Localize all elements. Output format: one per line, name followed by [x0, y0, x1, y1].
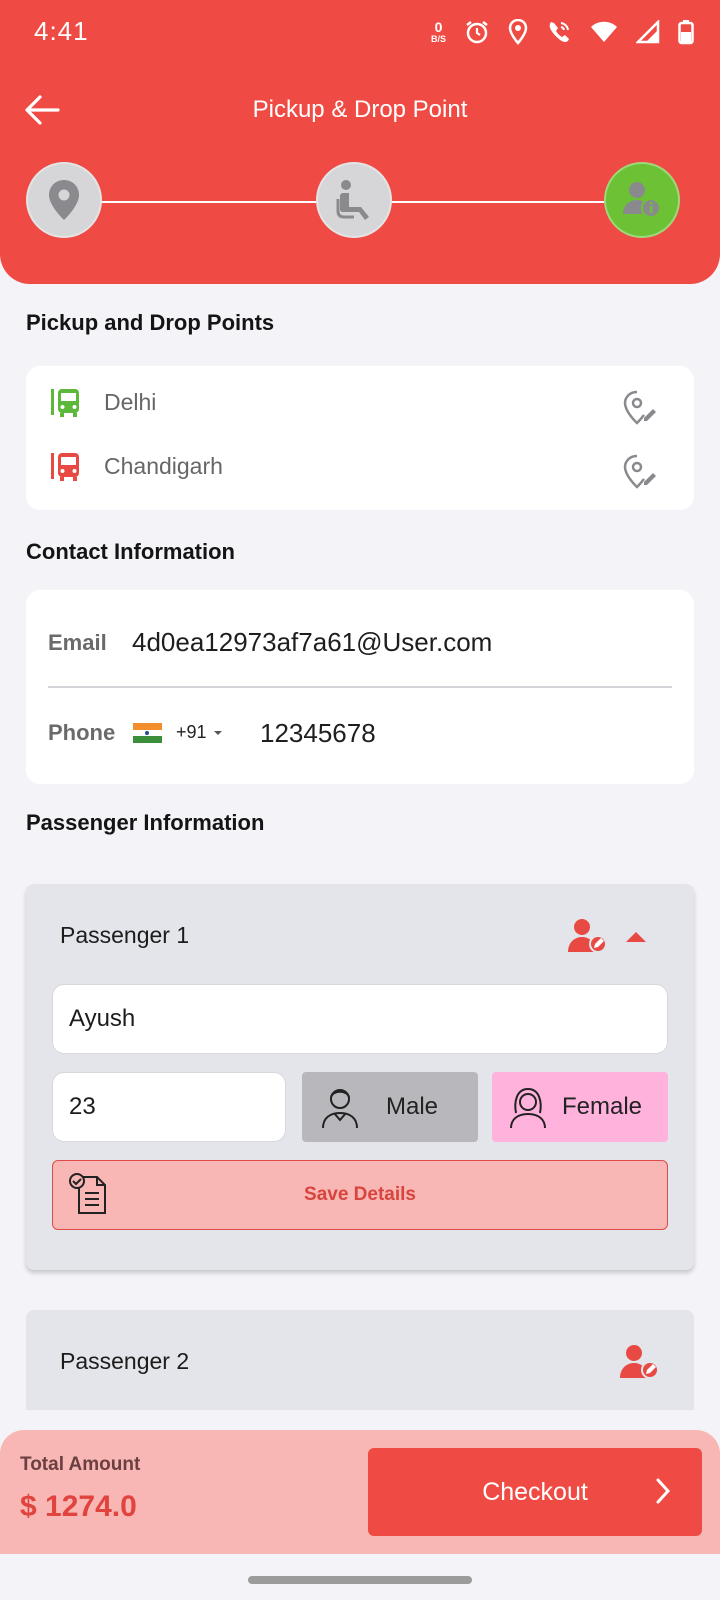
gender-male-label: Male	[386, 1093, 439, 1120]
step-passenger-info[interactable]	[604, 162, 680, 238]
passenger-heading: Passenger Information	[26, 810, 265, 835]
female-avatar-icon	[510, 1087, 546, 1129]
network-speed: 0 B/S	[430, 19, 446, 44]
collapse-chevron-up-icon[interactable]	[624, 930, 648, 944]
alarm-icon	[466, 21, 488, 44]
email-field[interactable]: 4d0ea12973af7a61@User.com	[132, 627, 492, 658]
status-icons: 0 B/S	[431, 16, 694, 48]
bus-icon	[51, 389, 79, 417]
contact-divider	[48, 686, 672, 688]
phone-field[interactable]: 12345678	[260, 718, 376, 749]
save-details-button[interactable]: Save Details	[52, 1160, 668, 1230]
male-avatar-icon	[322, 1089, 358, 1129]
passenger-age-input[interactable]: 23	[52, 1072, 286, 1142]
step-location[interactable]	[26, 162, 102, 238]
wifi-icon	[591, 21, 617, 42]
gender-male-button[interactable]: Male	[302, 1072, 478, 1142]
india-flag-icon	[133, 723, 162, 743]
pickup-row: Delhi	[50, 386, 156, 418]
edit-passenger-icon[interactable]	[620, 1344, 660, 1380]
bus-icon	[51, 453, 79, 481]
drop-row: Chandigarh	[50, 450, 223, 482]
battery-icon	[678, 20, 694, 45]
edit-pickup-icon[interactable]	[622, 390, 658, 426]
passenger-name-input[interactable]: Ayush	[52, 984, 668, 1054]
passenger-2-title: Passenger 2	[60, 1348, 190, 1374]
signal-icon	[636, 20, 660, 44]
total-amount-label: Total Amount	[20, 1454, 141, 1475]
pickup-city: Delhi	[104, 388, 157, 415]
passenger-info-icon	[623, 182, 661, 218]
chevron-down-icon	[213, 730, 222, 735]
chevron-right-icon	[656, 1478, 671, 1504]
phone-label: Phone	[48, 720, 116, 745]
country-code: +91	[176, 722, 207, 742]
document-check-icon	[69, 1173, 106, 1214]
gender-female-button[interactable]: Female	[492, 1072, 668, 1142]
drop-city: Chandigarh	[104, 452, 223, 479]
location-pin-icon	[49, 180, 79, 220]
contact-heading: Contact Information	[26, 539, 235, 564]
home-indicator[interactable]	[248, 1576, 472, 1584]
seat-icon	[336, 180, 369, 220]
gender-female-label: Female	[562, 1093, 643, 1120]
total-amount-value: $ 1274.0	[20, 1490, 137, 1523]
checkout-label: Checkout	[482, 1477, 588, 1506]
status-time: 4:41	[34, 16, 89, 46]
email-label: Email	[48, 630, 107, 655]
page-title: Pickup & Drop Point	[252, 96, 468, 123]
step-seat[interactable]	[316, 162, 392, 238]
checkout-button[interactable]: Checkout	[368, 1448, 702, 1536]
country-code-select[interactable]: +91	[176, 722, 223, 743]
wifi-call-icon	[549, 22, 569, 42]
edit-passenger-icon[interactable]	[568, 918, 608, 954]
passenger-1-title: Passenger 1	[60, 922, 190, 948]
pickup-drop-heading: Pickup and Drop Points	[26, 310, 275, 335]
save-details-label: Save Details	[304, 1184, 416, 1205]
location-icon	[508, 19, 528, 45]
edit-drop-icon[interactable]	[622, 454, 658, 490]
